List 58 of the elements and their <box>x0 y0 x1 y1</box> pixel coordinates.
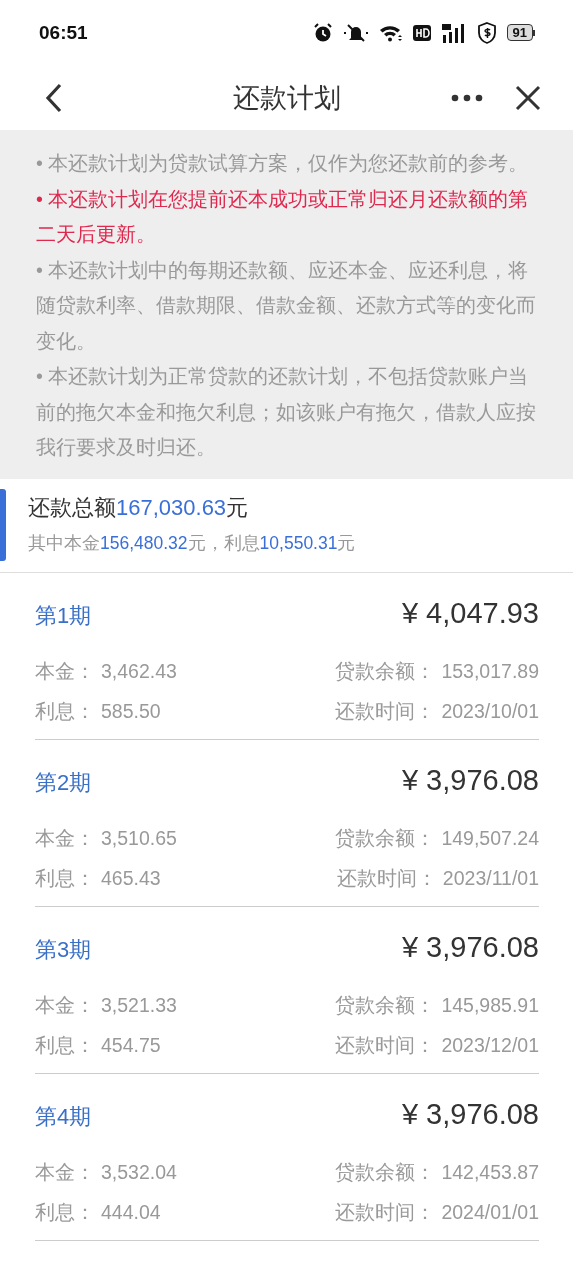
due-date-label: 还款时间： <box>335 1199 436 1225</box>
principal-label: 本金： <box>35 992 95 1018</box>
note-text: • 本还款计划为贷款试算方案，仅作为您还款前的参考。 <box>36 151 530 176</box>
period-label: 第2期 <box>35 768 92 797</box>
interest-value: 585.50 <box>101 698 161 724</box>
battery-icon: 91 <box>506 24 535 41</box>
balance-value: 149,507.24 <box>441 825 539 851</box>
alarm-icon <box>312 22 333 43</box>
due-date-value: 2024/01/01 <box>441 1199 539 1225</box>
principal-value: 3,462.43 <box>101 658 177 684</box>
interest-label: 利息： <box>35 1032 95 1058</box>
note-text: • 本还款计划为正常贷款的还款计划，不包括贷款账户当前的拖欠本金和拖欠利息；如该账户有拖欠，借款人应按我行要求及时归还。 <box>36 364 537 460</box>
interest-label: 利息： <box>35 698 95 724</box>
balance-value: 153,017.89 <box>441 658 539 684</box>
mute-icon <box>342 22 369 43</box>
principal-value: 3,521.33 <box>101 992 177 1018</box>
page-title: 还款计划 <box>232 82 341 113</box>
breakdown-text: 其中本金156,480.32元，利息10,550.31元 <box>28 531 357 555</box>
interest-value: 444.04 <box>101 1199 161 1225</box>
due-date-label: 还款时间： <box>335 1032 436 1058</box>
signal-icon <box>440 22 467 43</box>
principal-label: 本金： <box>35 1159 95 1185</box>
due-date-value: 2023/12/01 <box>441 1032 539 1058</box>
due-date-label: 还款时间： <box>335 698 436 724</box>
balance-value: 145,985.91 <box>441 992 539 1018</box>
period-label: 第3期 <box>35 935 92 964</box>
balance-label: 贷款余额： <box>335 1159 436 1185</box>
due-date-label: 还款时间： <box>336 865 437 891</box>
installment-amount: ¥ 4,047.93 <box>401 596 539 630</box>
total-amount-text: 还款总额167,030.63元 <box>28 493 250 522</box>
principal-value: 3,532.04 <box>101 1159 177 1185</box>
installment-amount: ¥ 3,976.08 <box>401 930 539 964</box>
installment-amount: ¥ 3,976.08 <box>401 1097 539 1131</box>
balance-label: 贷款余额： <box>335 992 436 1018</box>
principal-label: 本金： <box>35 825 95 851</box>
close-icon[interactable] <box>515 84 541 111</box>
interest-value: 454.75 <box>101 1032 161 1058</box>
due-date-value: 2023/10/01 <box>441 698 539 724</box>
shield-icon <box>476 21 497 44</box>
wifi-icon <box>378 23 403 42</box>
more-icon[interactable] <box>451 93 483 102</box>
interest-value: 465.43 <box>101 865 161 891</box>
balance-label: 贷款余额： <box>335 658 436 684</box>
balance-label: 贷款余额： <box>335 825 436 851</box>
interest-label: 利息： <box>35 1199 95 1225</box>
status-time: 06:51 <box>39 21 88 44</box>
back-icon[interactable] <box>44 81 64 114</box>
principal-label: 本金： <box>35 658 95 684</box>
balance-value: 142,453.87 <box>441 1159 539 1185</box>
hd-icon <box>412 24 431 41</box>
period-label: 第1期 <box>35 601 92 630</box>
note-text: • 本还款计划中的每期还款额、应还本金、应还利息，将随贷款利率、借款期限、借款金额、还款方式等的变化而变化。 <box>36 257 537 354</box>
due-date-value: 2023/11/01 <box>442 865 539 891</box>
principal-value: 3,510.65 <box>101 825 177 851</box>
installment-amount: ¥ 3,976.08 <box>401 763 539 797</box>
period-label: 第4期 <box>35 1102 92 1131</box>
note-text: • 本还款计划在您提前还本成功或正常归还月还款额的第二天后更新。 <box>36 186 530 247</box>
interest-label: 利息： <box>35 865 95 891</box>
